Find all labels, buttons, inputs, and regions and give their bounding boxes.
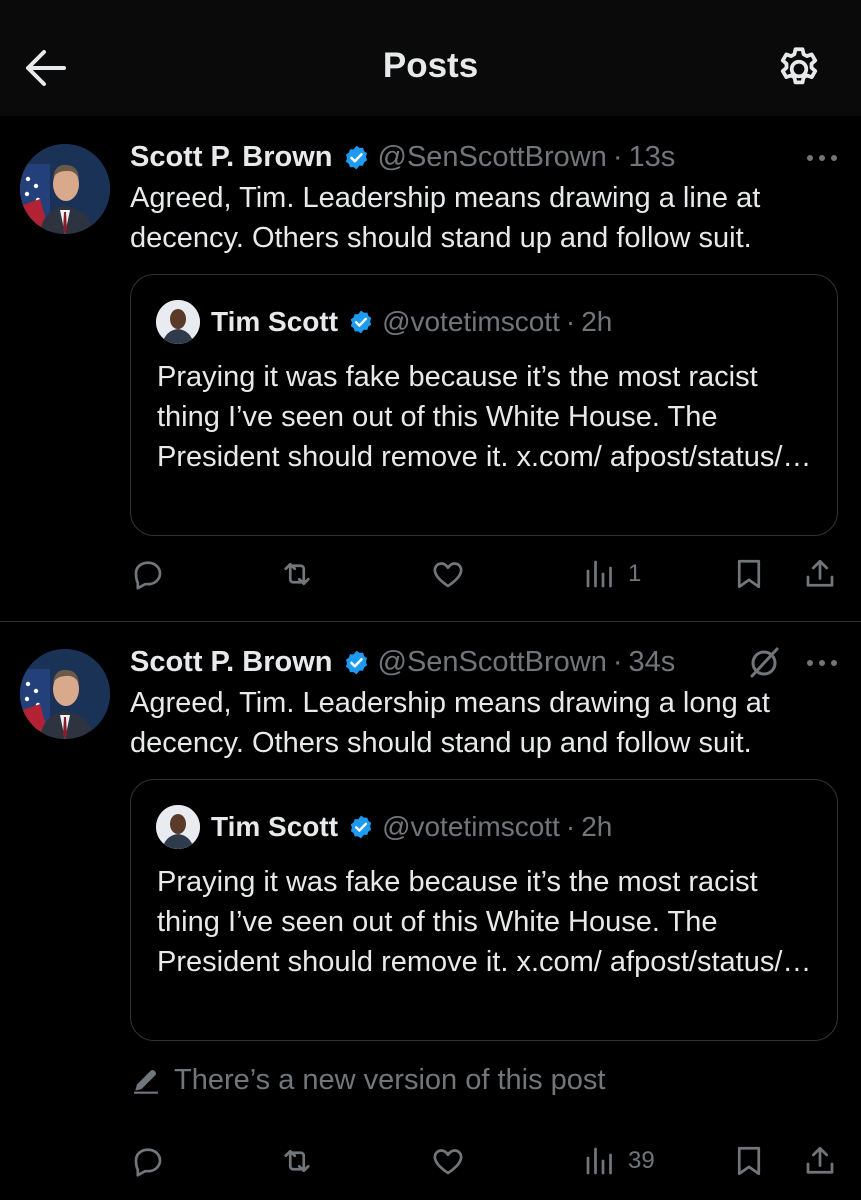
like-button[interactable] bbox=[430, 1139, 466, 1183]
views-icon bbox=[586, 560, 612, 588]
page-title: Posts bbox=[382, 46, 479, 85]
gear-icon bbox=[780, 47, 818, 85]
separator-dot: · bbox=[565, 811, 576, 842]
author-handle[interactable]: @SenScottBrown bbox=[378, 141, 607, 174]
bookmark-button[interactable] bbox=[731, 552, 767, 596]
avatar[interactable] bbox=[20, 144, 110, 234]
share-button[interactable] bbox=[802, 1139, 838, 1183]
post-divider bbox=[0, 621, 861, 622]
post-header: Scott P. Brown @SenScottBrown · 34s bbox=[130, 642, 675, 682]
post-time[interactable]: 13s bbox=[629, 141, 676, 174]
quoted-post-header: Tim Scott @votetimscott · 2h bbox=[211, 302, 612, 342]
views-icon bbox=[586, 1147, 612, 1175]
bookmark-icon bbox=[737, 559, 761, 589]
verified-badge-icon bbox=[350, 310, 372, 334]
views-button[interactable]: 39 bbox=[582, 1139, 655, 1183]
edit-history-button[interactable] bbox=[746, 644, 782, 680]
author-name[interactable]: Scott P. Brown bbox=[130, 646, 333, 679]
avatar[interactable] bbox=[20, 649, 110, 739]
bookmark-button[interactable] bbox=[731, 1139, 767, 1183]
post-actions: 1 bbox=[0, 552, 861, 602]
avatar-image bbox=[20, 649, 110, 739]
share-button[interactable] bbox=[802, 552, 838, 596]
post-actions: 39 bbox=[0, 1139, 861, 1189]
views-count: 39 bbox=[628, 1147, 655, 1174]
new-version-text: There’s a new version of this post bbox=[174, 1063, 606, 1096]
more-icon bbox=[807, 155, 837, 161]
post-text: Agreed, Tim. Leadership means drawing a … bbox=[130, 182, 761, 254]
like-icon bbox=[433, 562, 463, 588]
more-button[interactable] bbox=[805, 653, 839, 673]
reply-button[interactable] bbox=[130, 1139, 166, 1183]
like-icon bbox=[433, 1149, 463, 1175]
quoted-post-header: Tim Scott @votetimscott · 2h bbox=[211, 807, 612, 847]
verified-badge-icon bbox=[345, 650, 367, 674]
repost-icon bbox=[284, 1149, 310, 1173]
quoted-post-time: 2h bbox=[581, 811, 613, 842]
quoted-post-time: 2h bbox=[581, 306, 613, 337]
edit-history-icon bbox=[750, 647, 779, 678]
quoted-avatar-image bbox=[156, 300, 200, 344]
quoted-author-handle: @votetimscott bbox=[382, 306, 560, 337]
reply-icon bbox=[134, 1148, 162, 1177]
quoted-post[interactable]: Tim Scott @votetimscott · 2h Praying it … bbox=[130, 779, 838, 1041]
quoted-avatar bbox=[156, 805, 200, 849]
quoted-post[interactable]: Tim Scott @votetimscott · 2h Praying it … bbox=[130, 274, 838, 536]
quoted-post-text: Praying it was fake because it’s the mos… bbox=[157, 866, 812, 978]
views-count: 1 bbox=[628, 560, 642, 587]
post-time[interactable]: 34s bbox=[629, 646, 676, 679]
quoted-avatar-image bbox=[156, 805, 200, 849]
new-version-notice[interactable]: There’s a new version of this post bbox=[130, 1060, 605, 1100]
quoted-author-name: Tim Scott bbox=[211, 306, 339, 337]
separator-dot: · bbox=[612, 140, 623, 173]
pencil-icon bbox=[134, 1070, 158, 1094]
repost-icon bbox=[284, 562, 310, 586]
separator-dot: · bbox=[612, 645, 623, 678]
like-button[interactable] bbox=[430, 552, 466, 596]
author-handle[interactable]: @SenScottBrown bbox=[378, 646, 607, 679]
verified-badge-icon bbox=[345, 145, 367, 169]
post-header: Scott P. Brown @SenScottBrown · 13s bbox=[130, 137, 675, 177]
verified-badge-icon bbox=[350, 815, 372, 839]
bookmark-icon bbox=[737, 1146, 761, 1176]
separator-dot: · bbox=[565, 306, 576, 337]
top-bar: Posts bbox=[0, 0, 861, 116]
quoted-author-handle: @votetimscott bbox=[382, 811, 560, 842]
views-button[interactable]: 1 bbox=[582, 552, 641, 596]
more-icon bbox=[807, 660, 837, 666]
settings-button[interactable] bbox=[774, 44, 824, 94]
repost-button[interactable] bbox=[279, 1139, 315, 1183]
quoted-author-name: Tim Scott bbox=[211, 811, 339, 842]
author-name[interactable]: Scott P. Brown bbox=[130, 141, 333, 174]
reply-icon bbox=[134, 561, 162, 590]
repost-button[interactable] bbox=[279, 552, 315, 596]
avatar-image bbox=[20, 144, 110, 234]
reply-button[interactable] bbox=[130, 552, 166, 596]
more-button[interactable] bbox=[805, 148, 839, 168]
post-text: Agreed, Tim. Leadership means drawing a … bbox=[130, 687, 770, 759]
quoted-post-text: Praying it was fake because it’s the mos… bbox=[157, 361, 812, 473]
quoted-avatar bbox=[156, 300, 200, 344]
share-icon bbox=[806, 559, 834, 587]
share-icon bbox=[806, 1146, 834, 1174]
